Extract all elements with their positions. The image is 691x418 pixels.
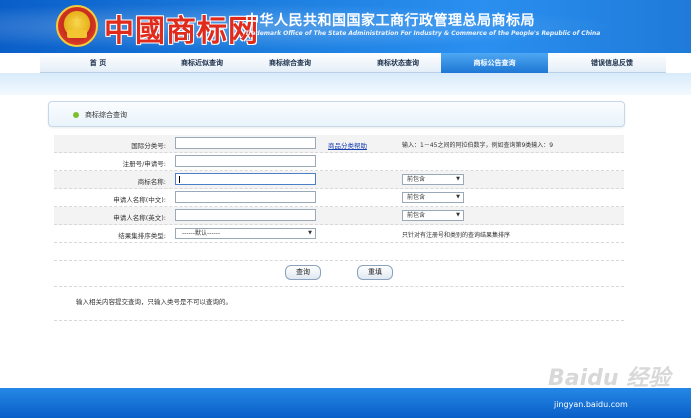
search-note: 输入相关内容提交查询，只输入类号是不可以查询的。 <box>76 298 232 306</box>
applicant-cn-input[interactable] <box>175 191 316 203</box>
watermark: Baidu 经验 jingyan.baidu.com <box>548 360 688 416</box>
select-value: ------默认------ <box>182 230 220 237</box>
nav-item-home[interactable]: 首 页 <box>48 53 148 73</box>
applicant-en-match-select[interactable]: 前包含 ▼ <box>402 210 464 221</box>
sort-type-select[interactable]: ------默认------ ▼ <box>175 228 316 239</box>
select-value: 前包含 <box>407 212 426 219</box>
select-value: 前包含 <box>407 176 426 183</box>
site-title: 中华人民共和国国家工商行政管理总局商标局 <box>245 13 535 29</box>
reg-number-input[interactable] <box>175 155 316 167</box>
dropdown-arrow-icon: ▼ <box>308 230 312 236</box>
watermark-logo: Baidu 经验 <box>548 366 671 391</box>
trademark-name-label: 商标名称: <box>137 178 166 186</box>
reset-button[interactable]: 重填 <box>357 265 393 280</box>
site-logo[interactable]: 中國商标网 <box>104 6 259 50</box>
trademark-name-input[interactable] <box>175 173 316 185</box>
star-icon: ★ <box>71 14 83 29</box>
divider <box>54 320 624 321</box>
section-title: 商标综合查询 <box>85 111 127 119</box>
dropdown-arrow-icon: ▼ <box>456 212 460 218</box>
applicant-cn-label: 申请人名称(中文): <box>113 196 166 204</box>
text-caret <box>179 176 180 183</box>
form-row-reg-number: 注册号/申请号: <box>54 153 624 171</box>
form-row-applicant-cn: 申请人名称(中文): 前包含 ▼ <box>54 189 624 207</box>
form-row-applicant-en: 申请人名称(英文): 前包含 ▼ <box>54 207 624 225</box>
header-band <box>0 73 691 95</box>
watermark-url: jingyan.baidu.com <box>554 400 628 409</box>
applicant-en-input[interactable] <box>175 209 316 221</box>
class-number-input[interactable] <box>175 137 316 149</box>
dropdown-arrow-icon: ▼ <box>456 176 460 182</box>
site-header: ★ 中國商标网 中华人民共和国国家工商行政管理总局商标局 Trademark O… <box>0 0 691 53</box>
class-number-label: 国际分类号: <box>131 142 166 150</box>
bullet-icon <box>73 112 79 118</box>
form-row-class-number: 国际分类号: 商品分类帮助 输入：1－45之间的阿拉伯数字，例如查询第9类输入：… <box>54 135 624 153</box>
search-button[interactable]: 查询 <box>285 265 321 280</box>
applicant-cn-match-select[interactable]: 前包含 ▼ <box>402 192 464 203</box>
section-header: 商标综合查询 <box>48 101 625 127</box>
nav-item-feedback[interactable]: 错误信息反馈 <box>562 53 662 73</box>
class-help-link[interactable]: 商品分类帮助 <box>328 140 367 150</box>
reg-number-label: 注册号/申请号: <box>122 160 166 168</box>
nav-item-similar-search[interactable]: 商标近似查询 <box>152 53 252 73</box>
sort-type-hint: 只针对有注册号和类别的查询结果集排序 <box>402 232 511 239</box>
main-nav: 首 页 商标近似查询 商标综合查询 商标状态查询 商标公告查询 错误信息反馈 <box>40 53 666 73</box>
nav-item-announcement-search[interactable]: 商标公告查询 <box>441 53 548 73</box>
nav-item-comprehensive-search[interactable]: 商标综合查询 <box>240 53 340 73</box>
trademark-name-match-select[interactable]: 前包含 ▼ <box>402 174 464 185</box>
site-subtitle: Trademark Office of The State Administra… <box>245 30 601 37</box>
national-emblem-icon: ★ <box>56 5 98 47</box>
select-value: 前包含 <box>407 194 426 201</box>
applicant-en-label: 申请人名称(英文): <box>113 214 166 222</box>
dropdown-arrow-icon: ▼ <box>456 194 460 200</box>
divider <box>54 260 624 261</box>
sort-type-label: 结果集排序类型: <box>118 232 166 240</box>
divider <box>54 286 624 287</box>
class-number-hint: 输入：1－45之间的阿拉伯数字，例如查询第9类输入：9 <box>402 142 554 149</box>
nav-item-status-search[interactable]: 商标状态查询 <box>348 53 448 73</box>
form-row-sort-type: 结果集排序类型: ------默认------ ▼ 只针对有注册号和类别的查询结… <box>54 225 624 243</box>
emblem-base <box>67 30 87 38</box>
form-row-trademark-name: 商标名称: 前包含 ▼ <box>54 171 624 189</box>
